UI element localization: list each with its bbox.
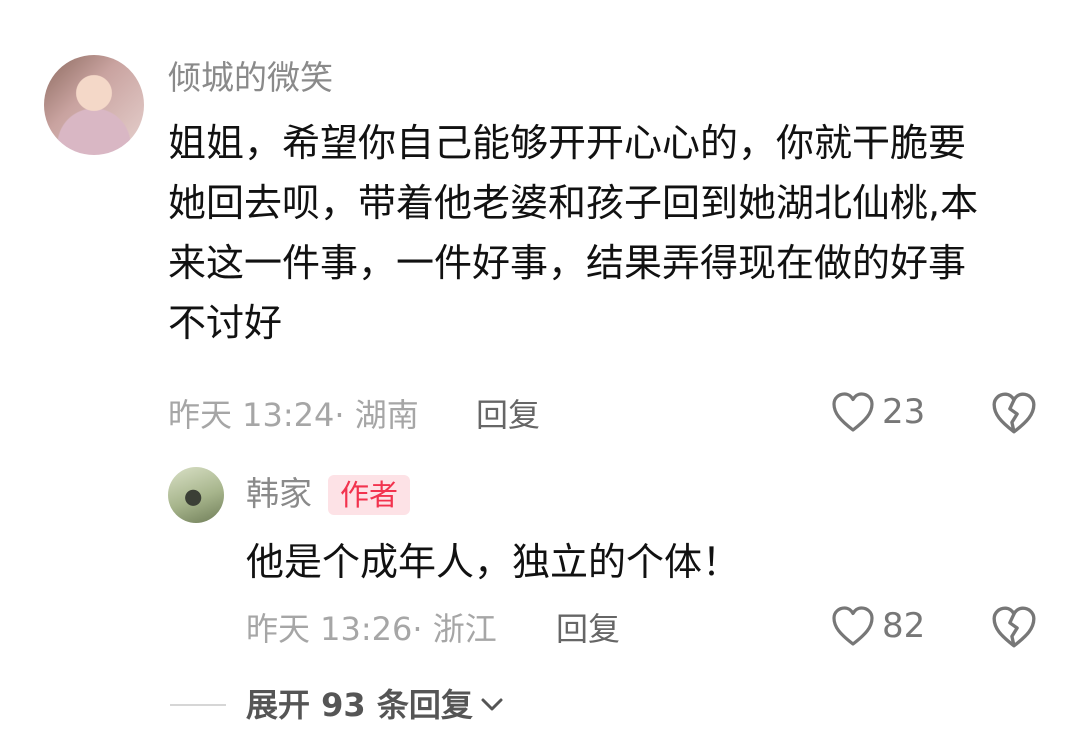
divider bbox=[170, 704, 226, 706]
like-button[interactable]: 23 bbox=[830, 390, 925, 434]
comment-line: 来这一件事，一件好事，结果弄得现在做的好事 bbox=[168, 241, 967, 285]
dislike-button[interactable] bbox=[990, 390, 1038, 440]
heart-outline-icon bbox=[832, 392, 874, 432]
reply-dislike-button[interactable] bbox=[990, 604, 1038, 654]
comment-line: 姐姐，希望你自己能够开开心心的，你就干脆要 bbox=[168, 121, 967, 165]
comment-meta: 昨天 13:24· 湖南 bbox=[168, 396, 419, 434]
broken-heart-icon bbox=[992, 606, 1036, 648]
chevron-down-icon bbox=[481, 698, 503, 711]
comment-username[interactable]: 倾城的微笑 bbox=[168, 58, 333, 98]
reply-like-count: 82 bbox=[882, 606, 926, 646]
author-badge: 作者 bbox=[328, 475, 411, 515]
like-count: 23 bbox=[882, 392, 926, 432]
reply-button[interactable]: 回复 bbox=[476, 395, 540, 435]
reply-reply-button[interactable]: 回复 bbox=[556, 609, 620, 649]
reply-username[interactable]: 韩家 bbox=[246, 474, 312, 514]
reply-like-button[interactable]: 82 bbox=[830, 604, 925, 648]
heart-outline-icon bbox=[832, 606, 874, 646]
expand-replies-label: 展开 93 条回复 bbox=[246, 686, 473, 724]
comment-text: 姐姐，希望你自己能够开开心心的，你就干脆要 她回去呗，带着他老婆和孩子回到她湖北… bbox=[168, 113, 1048, 353]
comment-line: 她回去呗，带着他老婆和孩子回到她湖北仙桃,本 bbox=[168, 181, 979, 225]
reply-text: 他是个成年人，独立的个体！ bbox=[246, 540, 741, 584]
avatar[interactable] bbox=[44, 55, 144, 155]
expand-replies-button[interactable]: 展开 93 条回复 bbox=[246, 684, 505, 726]
broken-heart-icon bbox=[992, 392, 1036, 434]
reply-meta: 昨天 13:26· 浙江 bbox=[246, 610, 497, 648]
comment-line: 不讨好 bbox=[168, 301, 283, 345]
reply-avatar[interactable] bbox=[168, 467, 224, 523]
